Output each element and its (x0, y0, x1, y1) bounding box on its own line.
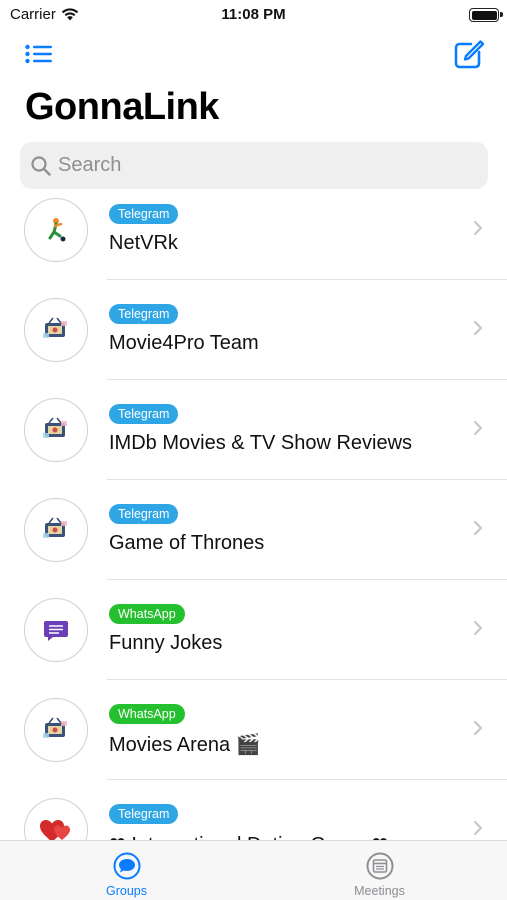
compose-icon (454, 40, 485, 69)
group-row[interactable]: WhatsApp Movies Arena 🎬 (0, 680, 507, 780)
chevron-right-icon (474, 521, 482, 535)
group-avatar (24, 498, 88, 562)
group-name: Funny Jokes (109, 632, 223, 654)
platform-badge: WhatsApp (109, 604, 185, 624)
compose-button[interactable] (451, 38, 485, 70)
platform-badge: Telegram (109, 804, 179, 824)
group-row[interactable]: WhatsApp Funny Jokes (0, 580, 507, 680)
chevron-right-icon (474, 221, 482, 235)
movie-tv-icon (39, 513, 73, 547)
battery-icon (469, 8, 503, 22)
group-row[interactable]: Telegram IMDb Movies & TV Show Reviews (0, 380, 507, 480)
meetings-calendar-icon (366, 852, 394, 880)
group-avatar (24, 198, 88, 262)
platform-badge: Telegram (109, 204, 179, 224)
tab-bar: Groups Meetings (0, 840, 507, 900)
tab-meetings[interactable]: Meetings (253, 841, 506, 900)
chat-bubble-icon (39, 613, 73, 647)
status-time: 11:08 PM (221, 6, 286, 23)
list-menu-button[interactable] (22, 40, 56, 68)
chevron-right-icon (474, 321, 482, 335)
hearts-icon (36, 810, 76, 840)
groups-chat-icon (113, 852, 141, 880)
tab-meetings-label: Meetings (354, 884, 405, 898)
group-avatar (24, 598, 88, 662)
search-bar[interactable] (20, 142, 488, 189)
navigation-bar (0, 36, 507, 72)
platform-badge: Telegram (109, 404, 179, 424)
group-name: Game of Thrones (109, 532, 265, 554)
group-name: Movies Arena 🎬 (109, 734, 261, 756)
groups-list: Telegram NetVRk Telegram Movie4Pro Team Tele… (0, 195, 507, 840)
page-title: GonnaLink (25, 86, 219, 128)
chevron-right-icon (474, 421, 482, 435)
movie-tv-icon (39, 313, 73, 347)
group-row[interactable]: Telegram Game of Thrones (0, 480, 507, 580)
platform-badge: Telegram (109, 304, 179, 324)
list-icon (25, 44, 52, 64)
group-avatar (24, 398, 88, 462)
chevron-right-icon (474, 621, 482, 635)
group-avatar (24, 698, 88, 762)
group-name: NetVRk (109, 232, 178, 254)
platform-badge: WhatsApp (109, 704, 185, 724)
group-row[interactable]: Telegram Movie4Pro Team (0, 280, 507, 380)
movie-tv-icon (39, 413, 73, 447)
group-name: IMDb Movies & TV Show Reviews (109, 432, 413, 454)
search-input[interactable] (58, 154, 458, 177)
tab-groups-label: Groups (106, 884, 147, 898)
movie-tv-icon (39, 713, 73, 747)
chevron-right-icon (474, 821, 482, 835)
group-name: Movie4Pro Team (109, 332, 259, 354)
group-name: ❤ International Dating Group ❤ (109, 832, 388, 840)
group-row[interactable]: Telegram ❤ International Dating Group ❤ (0, 780, 507, 840)
tab-groups[interactable]: Groups (0, 841, 253, 900)
status-bar: Carrier 11:08 PM (0, 0, 507, 28)
group-avatar (24, 298, 88, 362)
search-icon (31, 155, 51, 176)
group-avatar (24, 798, 88, 840)
chevron-right-icon (474, 721, 482, 735)
group-row[interactable]: Telegram NetVRk (0, 195, 507, 280)
soccer-player-icon (39, 213, 73, 247)
platform-badge: Telegram (109, 504, 179, 524)
